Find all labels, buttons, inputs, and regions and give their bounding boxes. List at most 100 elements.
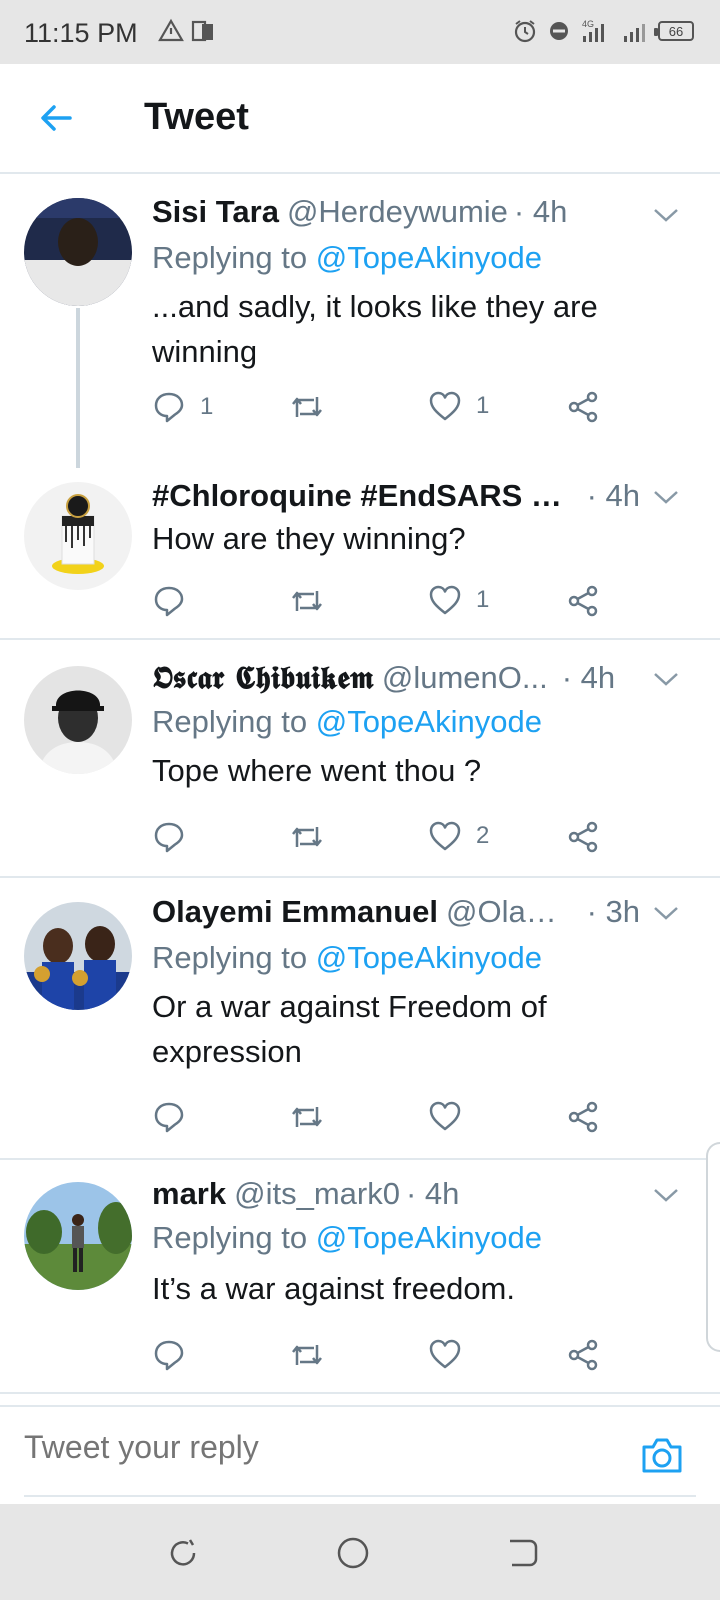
- share-button[interactable]: [566, 584, 600, 618]
- chevron-down-icon[interactable]: [652, 1186, 680, 1204]
- reply-underline: [24, 1495, 696, 1497]
- retweet-icon: [288, 1338, 326, 1372]
- tweet-header: mark @its_mark0 · 4h: [152, 1176, 640, 1212]
- like-button[interactable]: [428, 1100, 476, 1132]
- replying-to-label: Replying to: [152, 940, 308, 975]
- share-button[interactable]: [566, 390, 600, 424]
- retweet-button[interactable]: [288, 584, 340, 618]
- tweet-actions: 2: [152, 820, 612, 860]
- scroll-handle[interactable]: [706, 1142, 720, 1352]
- display-name[interactable]: Sisi Tara: [152, 194, 279, 230]
- reply-input[interactable]: [24, 1429, 604, 1466]
- chevron-down-icon[interactable]: [652, 488, 680, 506]
- share-icon: [566, 1338, 600, 1372]
- like-button[interactable]: [428, 1338, 476, 1370]
- like-button[interactable]: 2: [428, 820, 489, 852]
- retweet-button[interactable]: [288, 390, 340, 424]
- share-icon: [566, 1100, 600, 1134]
- replying-to-label: Replying to: [152, 240, 308, 275]
- share-icon: [566, 390, 600, 424]
- chevron-down-icon[interactable]: [652, 670, 680, 688]
- retweet-icon: [288, 820, 326, 854]
- avatar[interactable]: [24, 198, 132, 306]
- tweet-item[interactable]: Sisi Tara @Herdeywumie · 4h Replying to …: [0, 176, 720, 468]
- timestamp: · 3h: [586, 894, 640, 929]
- display-name[interactable]: #Chloroquine #EndSARS #...: [152, 478, 573, 514]
- share-button[interactable]: [566, 1100, 600, 1134]
- thread-connector-line: [76, 308, 80, 468]
- share-icon: [566, 584, 600, 618]
- do-not-disturb-icon: [548, 20, 570, 42]
- display-name[interactable]: 𝕺𝖘𝖈𝖆𝖗 𝕮𝖍𝖎𝖇𝖚𝖎𝖐𝖊𝖒: [152, 660, 374, 697]
- mention-link[interactable]: @TopeAkinyode: [316, 1220, 542, 1255]
- chevron-down-icon[interactable]: [652, 206, 680, 224]
- replying-to: Replying to @TopeAkinyode: [152, 704, 542, 740]
- share-button[interactable]: [566, 820, 600, 854]
- username[interactable]: @lumenO...: [382, 660, 548, 697]
- tweet-header: 𝕺𝖘𝖈𝖆𝖗 𝕮𝖍𝖎𝖇𝖚𝖎𝖐𝖊𝖒 @lumenO... · 4h: [152, 660, 640, 697]
- retweet-icon: [288, 390, 326, 424]
- replying-to: Replying to @TopeAkinyode: [152, 240, 542, 276]
- reply-icon: [152, 390, 186, 424]
- display-name[interactable]: mark: [152, 1176, 226, 1212]
- display-name[interactable]: Olayemi Emmanuel: [152, 894, 438, 930]
- signal-4g-icon: 4G: [580, 18, 612, 44]
- timestamp: · 4h: [405, 1176, 460, 1211]
- tweet-item[interactable]: mark @its_mark0 · 4h Replying to @TopeAk…: [0, 1162, 720, 1394]
- tweet-item[interactable]: Olayemi Emmanuel @Olay... · 3h Replying …: [0, 880, 720, 1160]
- mention-link[interactable]: @TopeAkinyode: [316, 704, 542, 739]
- heart-icon: [428, 584, 462, 616]
- username[interactable]: @its_mark0: [234, 1176, 400, 1212]
- reply-button[interactable]: 1: [152, 390, 213, 424]
- reply-icon: [152, 1338, 186, 1372]
- timestamp: · 4h: [586, 478, 640, 513]
- system-nav-bar: [0, 1504, 720, 1600]
- back-nav-icon[interactable]: [506, 1536, 540, 1570]
- tweet-item[interactable]: #Chloroquine #EndSARS #... · 4h How are …: [0, 466, 720, 640]
- heart-icon: [428, 1100, 462, 1132]
- share-button[interactable]: [566, 1338, 600, 1372]
- reply-icon: [152, 820, 186, 854]
- alarm-icon: [512, 18, 538, 44]
- like-button[interactable]: 1: [428, 584, 489, 616]
- tweet-item[interactable]: 𝕺𝖘𝖈𝖆𝖗 𝕮𝖍𝖎𝖇𝖚𝖎𝖐𝖊𝖒 @lumenO... · 4h Replying…: [0, 642, 720, 878]
- battery-icon: 66: [654, 21, 694, 41]
- recent-apps-icon[interactable]: [166, 1536, 200, 1570]
- tweet-text: How are they winning?: [152, 521, 466, 556]
- tweet-header: Olayemi Emmanuel @Olay... · 3h: [152, 894, 640, 930]
- reply-button[interactable]: [152, 584, 200, 618]
- home-icon[interactable]: [336, 1536, 370, 1570]
- reply-button[interactable]: [152, 1100, 200, 1134]
- reply-button[interactable]: [152, 1338, 200, 1372]
- avatar[interactable]: [24, 1182, 132, 1290]
- app-notification-icon: [190, 18, 216, 44]
- retweet-button[interactable]: [288, 820, 340, 854]
- retweet-button[interactable]: [288, 1100, 340, 1134]
- replying-to-label: Replying to: [152, 704, 308, 739]
- username[interactable]: @Herdeywumie: [287, 194, 508, 230]
- reply-button[interactable]: [152, 820, 200, 854]
- reply-bar: [0, 1405, 720, 1501]
- reply-icon: [152, 1100, 186, 1134]
- retweet-icon: [288, 584, 326, 618]
- timestamp: · 4h: [561, 660, 616, 695]
- avatar[interactable]: [24, 482, 132, 590]
- like-button[interactable]: 1: [428, 390, 489, 422]
- page-title: Tweet: [144, 96, 249, 138]
- reply-icon: [152, 584, 186, 618]
- chevron-down-icon[interactable]: [652, 904, 680, 922]
- avatar[interactable]: [24, 666, 132, 774]
- status-right-icons: 4G 66: [512, 18, 694, 44]
- retweet-button[interactable]: [288, 1338, 340, 1372]
- mention-link[interactable]: @TopeAkinyode: [316, 240, 542, 275]
- username[interactable]: @Olay...: [446, 894, 565, 930]
- mention-link[interactable]: @TopeAkinyode: [316, 940, 542, 975]
- camera-icon[interactable]: [640, 1435, 684, 1475]
- heart-icon: [428, 390, 462, 422]
- avatar[interactable]: [24, 902, 132, 1010]
- heart-icon: [428, 1338, 462, 1370]
- replying-to: Replying to @TopeAkinyode: [152, 940, 542, 976]
- back-arrow-icon[interactable]: [36, 98, 76, 138]
- share-icon: [566, 820, 600, 854]
- tweet-text: ...and sadly, it looks like they are win…: [152, 289, 598, 369]
